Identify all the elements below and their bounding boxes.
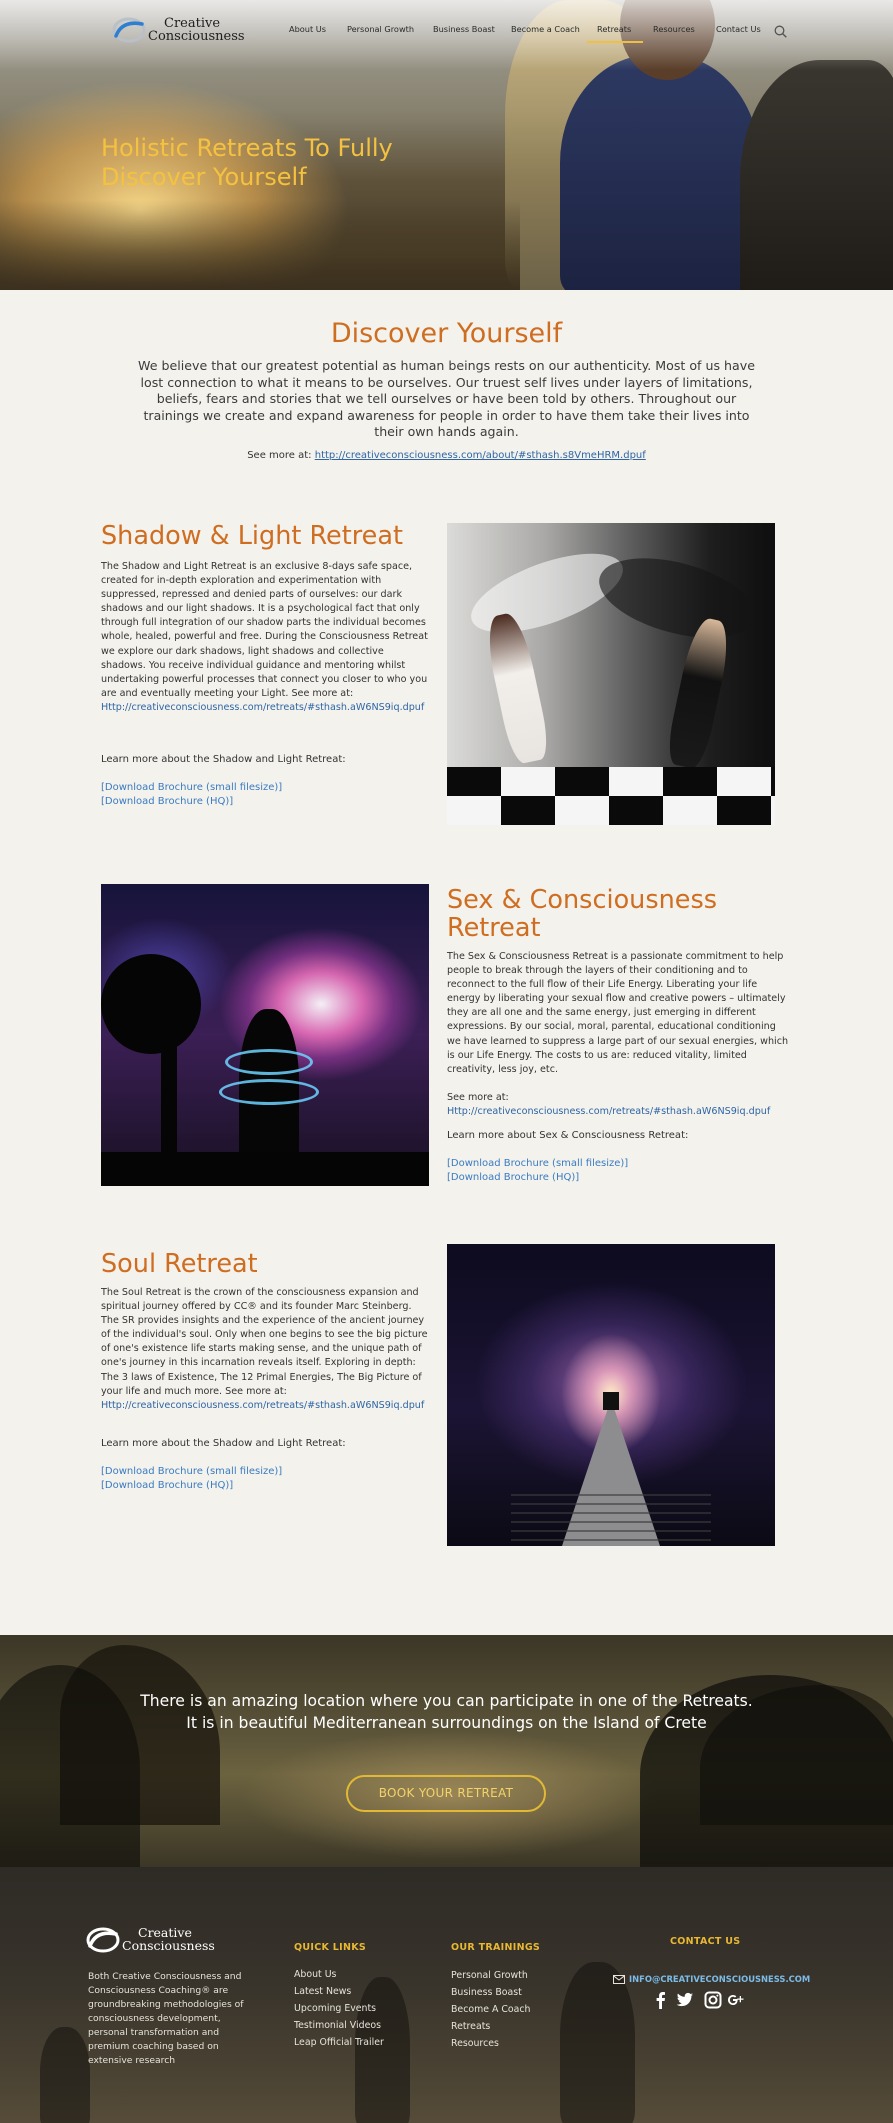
- facebook-icon[interactable]: [652, 1991, 670, 2009]
- footer-link-latest-news[interactable]: Latest News: [294, 1986, 351, 1997]
- mail-icon: [613, 1975, 625, 1984]
- hero-title: Holistic Retreats To Fully Discover Your…: [101, 134, 441, 192]
- logo-text-line2: Consciousness: [148, 29, 245, 44]
- retreat-link[interactable]: Http://creativeconsciousness.com/retreat…: [101, 1400, 424, 1411]
- retreat-link[interactable]: Http://creativeconsciousness.com/retreat…: [101, 702, 424, 713]
- contact-us-title: CONTACT US: [670, 1936, 741, 1947]
- quick-links-title: QUICK LINKS: [294, 1942, 367, 1953]
- intro-text: We believe that our greatest potential a…: [138, 358, 755, 440]
- retreat-downloads: [Download Brochure (small filesize)] [Do…: [101, 781, 282, 809]
- intro-see-more: See more at: http://creativeconsciousnes…: [0, 450, 893, 461]
- nav-become-a-coach[interactable]: Become a Coach: [511, 24, 580, 34]
- contact-email-link[interactable]: INFO@CREATIVECONSCIOUSNESS.COM: [629, 1974, 810, 1984]
- main-nav: Creative Consciousness About Us Personal…: [0, 0, 893, 64]
- footer-link-personal-growth[interactable]: Personal Growth: [451, 1970, 528, 1981]
- retreat-downloads: [Download Brochure (small filesize)] [Do…: [447, 1157, 628, 1185]
- retreat-see-more: See more at:: [447, 1091, 509, 1103]
- galaxy-bridge-image: [447, 1244, 775, 1546]
- footer-logo[interactable]: Creative Consciousness: [86, 1925, 226, 1955]
- hero-person-blue-shirt: [560, 55, 760, 290]
- download-brochure-hq-link[interactable]: [Download Brochure (HQ)]: [101, 796, 233, 807]
- retreat-title: Shadow & Light Retreat: [101, 521, 403, 551]
- dancer-black: [663, 615, 735, 771]
- download-brochure-hq-link[interactable]: [Download Brochure (HQ)]: [447, 1172, 579, 1183]
- footer-link-upcoming-events[interactable]: Upcoming Events: [294, 2003, 376, 2014]
- our-trainings-title: OUR TRAININGS: [451, 1942, 541, 1953]
- retreat-description: The Sex & Consciousness Retreat is a pas…: [447, 950, 792, 1119]
- nav-business-boast[interactable]: Business Boast: [433, 24, 495, 34]
- nav-resources[interactable]: Resources: [653, 24, 695, 34]
- footer-link-business-boast[interactable]: Business Boast: [451, 1987, 522, 1998]
- see-more-label: See more at:: [247, 450, 312, 461]
- download-brochure-small-link[interactable]: [Download Brochure (small filesize)]: [101, 782, 282, 793]
- retreat-title: Sex & Consciousness Retreat: [447, 885, 718, 943]
- footer-about-text: Both Creative Consciousness and Consciou…: [88, 1971, 244, 2066]
- retreat-learn-more: Learn more about the Shadow and Light Re…: [101, 754, 346, 765]
- location-banner: There is an amazing location where you c…: [0, 1635, 893, 1867]
- logo-text-line2: Consciousness: [122, 1938, 215, 1953]
- logo-swirl-icon: [86, 1927, 120, 1953]
- footer-link-testimonial-videos[interactable]: Testimonial Videos: [294, 2020, 381, 2031]
- cosmic-couple-image: [101, 884, 429, 1186]
- hero-title-line2: Discover Yourself: [101, 163, 307, 191]
- footer-link-leap-trailer[interactable]: Leap Official Trailer: [294, 2037, 384, 2048]
- shadow-light-dancers-image: [447, 523, 775, 825]
- quick-links-list: About Us Latest News Upcoming Events Tes…: [294, 1966, 384, 2051]
- nav-personal-growth[interactable]: Personal Growth: [347, 24, 414, 34]
- retreat-body-text: The Sex & Consciousness Retreat is a pas…: [447, 951, 789, 1075]
- retreat-downloads: [Download Brochure (small filesize)] [Do…: [101, 1465, 282, 1493]
- google-plus-icon[interactable]: [727, 1991, 745, 2009]
- hero-title-line1: Holistic Retreats To Fully: [101, 134, 393, 162]
- retreat-learn-more: Learn more about Sex & Consciousness Ret…: [447, 1130, 689, 1141]
- location-text: There is an amazing location where you c…: [140, 1692, 753, 1732]
- intro-title: Discover Yourself: [330, 318, 563, 349]
- hero-forest: [0, 200, 520, 290]
- twitter-icon[interactable]: [676, 1991, 694, 2009]
- site-logo[interactable]: Creative Consciousness: [112, 16, 252, 44]
- logo-swirl-icon: [112, 17, 146, 43]
- retreat-description: The Shadow and Light Retreat is an exclu…: [101, 560, 431, 715]
- book-retreat-button[interactable]: BOOK YOUR RETREAT: [346, 1775, 546, 1812]
- nav-contact-us[interactable]: Contact Us: [716, 24, 761, 34]
- footer-link-retreats[interactable]: Retreats: [451, 2021, 490, 2032]
- footer-link-about-us[interactable]: About Us: [294, 1969, 336, 1980]
- intro-section: Discover Yourself We believe that our gr…: [0, 290, 893, 508]
- download-brochure-small-link[interactable]: [Download Brochure (small filesize)]: [101, 1466, 282, 1477]
- retreat-learn-more: Learn more about the Shadow and Light Re…: [101, 1438, 346, 1449]
- download-brochure-hq-link[interactable]: [Download Brochure (HQ)]: [101, 1480, 233, 1491]
- hero-banner: Creative Consciousness About Us Personal…: [0, 0, 893, 290]
- retreat-link[interactable]: Http://creativeconsciousness.com/retreat…: [447, 1106, 770, 1117]
- nav-about-us[interactable]: About Us: [289, 24, 326, 34]
- instagram-icon[interactable]: [704, 1991, 722, 2009]
- footer-link-resources[interactable]: Resources: [451, 2038, 499, 2049]
- download-brochure-small-link[interactable]: [Download Brochure (small filesize)]: [447, 1158, 628, 1169]
- hero-person-right: [740, 60, 893, 290]
- footer-link-become-a-coach[interactable]: Become A Coach: [451, 2004, 531, 2015]
- dancer-white: [481, 610, 553, 766]
- search-icon[interactable]: [774, 25, 787, 38]
- retreat-body-text: The Shadow and Light Retreat is an exclu…: [101, 561, 428, 699]
- retreat-description: The Soul Retreat is the crown of the con…: [101, 1286, 431, 1413]
- intro-about-link[interactable]: http://creativeconsciousness.com/about/#…: [315, 450, 646, 461]
- site-footer: Creative Consciousness Both Creative Con…: [0, 1867, 893, 2123]
- nav-retreats[interactable]: Retreats: [586, 24, 644, 43]
- retreat-body-text: The Soul Retreat is the crown of the con…: [101, 1287, 428, 1397]
- retreat-title: Soul Retreat: [101, 1249, 258, 1279]
- trainings-list: Personal Growth Business Boast Become A …: [451, 1967, 531, 2052]
